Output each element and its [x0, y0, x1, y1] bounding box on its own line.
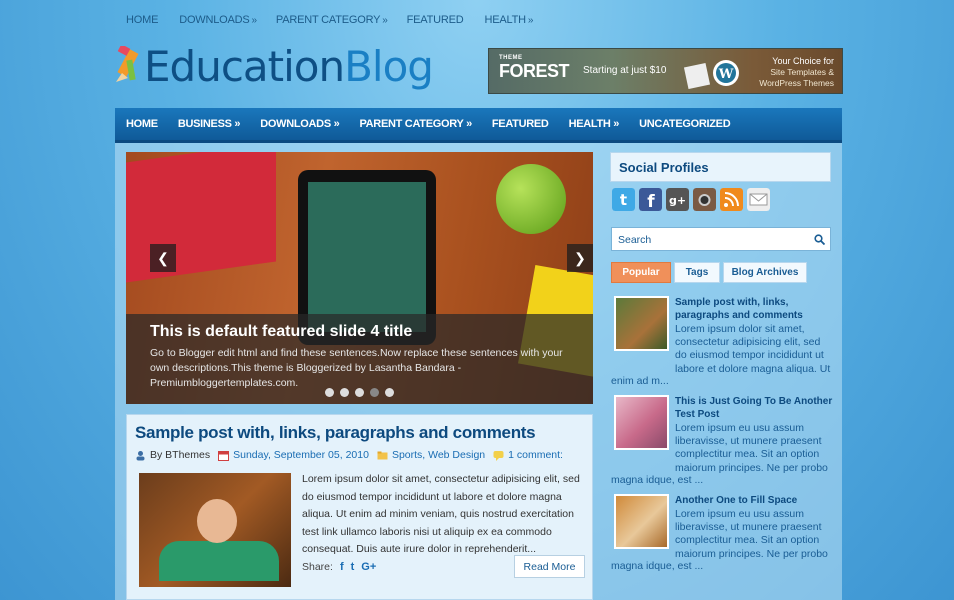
popular-post-excerpt-tail: magna idque, est ... [611, 474, 704, 486]
comment-icon [493, 450, 504, 461]
main-nav: HOME BUSINESS » DOWNLOADS » PARENT CATEG… [115, 108, 842, 143]
post-excerpt: Lorem ipsum dolor sit amet, consectetur … [302, 473, 580, 555]
popular-post-excerpt: Lorem ipsum eu usu assum liberavisse, ut… [675, 508, 828, 560]
pencil-icon [116, 45, 139, 82]
googleplus-share-icon[interactable]: G+ [361, 561, 376, 573]
main-nav-downloads[interactable]: DOWNLOADS » [260, 118, 340, 130]
tab-tags[interactable]: Tags [674, 262, 720, 283]
popular-post-thumbnail[interactable] [614, 395, 669, 450]
main-nav-uncategorized[interactable]: UNCATEGORIZED [639, 118, 731, 130]
share-label: Share: [302, 561, 333, 573]
popular-post-title[interactable]: This is Just Going To Be Another Test Po… [675, 395, 833, 421]
popular-post-excerpt: Lorem ipsum eu usu assum liberavisse, ut… [675, 422, 828, 474]
site-logo[interactable]: EducationBlog [114, 42, 434, 91]
post-comments[interactable]: 1 comment: [493, 449, 563, 461]
facebook-icon[interactable]: f [639, 188, 662, 211]
post-card: Sample post with, links, paragraphs and … [126, 414, 593, 600]
featured-slider[interactable]: This is default featured slide 4 title G… [126, 152, 593, 404]
read-more-button[interactable]: Read More [514, 555, 585, 578]
twitter-share-icon[interactable]: t [351, 561, 355, 573]
popular-post-title[interactable]: Another One to Fill Space [675, 494, 833, 507]
share-bar: Share: f t G+ [302, 561, 376, 573]
popular-post-excerpt-tail: magna idque, est ... [611, 560, 704, 572]
main-nav-health[interactable]: HEALTH » [569, 118, 620, 130]
main-nav-parent-category[interactable]: PARENT CATEGORY » [359, 118, 472, 130]
top-nav-featured[interactable]: FEATURED [407, 14, 466, 26]
top-nav: HOME DOWNLOADS» PARENT CATEGORY» FEATURE… [126, 14, 552, 26]
post-date: Sunday, September 05, 2010 [218, 449, 369, 461]
top-nav-downloads[interactable]: DOWNLOADS» [179, 14, 257, 26]
svg-text:g+: g+ [669, 194, 686, 207]
apple-image [496, 164, 566, 234]
post-thumbnail[interactable] [139, 473, 291, 587]
site-title: EducationBlog [144, 42, 434, 91]
slide-description: Go to Blogger edit html and find these s… [150, 347, 563, 389]
search-input[interactable]: Search [611, 227, 831, 251]
post-title[interactable]: Sample post with, links, paragraphs and … [135, 423, 536, 443]
main-nav-home[interactable]: HOME [126, 118, 158, 130]
popular-post-title[interactable]: Sample post with, links, paragraphs and … [675, 296, 833, 322]
slider-dot-active[interactable] [370, 388, 379, 397]
rss-icon[interactable] [720, 188, 743, 211]
slider-next-button[interactable]: ❯ [567, 244, 593, 272]
slider-dot[interactable] [355, 388, 364, 397]
tablet-screen [308, 182, 426, 332]
main-nav-featured[interactable]: FEATURED [492, 118, 549, 130]
folder-icon [377, 451, 388, 459]
slider-pagination [126, 388, 593, 397]
tab-blog-archives[interactable]: Blog Archives [723, 262, 807, 283]
slider-dot[interactable] [340, 388, 349, 397]
instagram-icon[interactable] [693, 188, 716, 211]
slider-dot[interactable] [385, 388, 394, 397]
post-meta: By BThemes Sunday, September 05, 2010 Sp… [135, 449, 571, 461]
post-author: By BThemes [135, 449, 210, 461]
main-nav-business[interactable]: BUSINESS » [178, 118, 241, 130]
wordpress-icon: W [684, 60, 739, 89]
calendar-icon [218, 450, 230, 461]
user-icon [136, 450, 145, 460]
email-icon[interactable] [747, 188, 770, 211]
thumbnail-detail [197, 499, 237, 543]
social-profiles-heading: Social Profiles [610, 152, 831, 182]
twitter-icon[interactable]: t [612, 188, 635, 211]
svg-text:W: W [718, 67, 734, 82]
themeforest-logo: THEME FOREST [499, 55, 570, 81]
sidebar-tabs: Popular Tags Blog Archives [611, 262, 807, 283]
tab-popular[interactable]: Popular [611, 262, 671, 283]
ad-banner[interactable]: THEME FOREST Starting at just $10 W Your… [488, 48, 843, 94]
svg-text:f: f [647, 192, 655, 211]
thumbnail-detail [159, 541, 279, 581]
googleplus-icon[interactable]: g+ [666, 188, 689, 211]
popular-post-thumbnail[interactable] [614, 494, 669, 549]
slide-title[interactable]: This is default featured slide 4 title [150, 323, 412, 341]
facebook-share-icon[interactable]: f [340, 561, 344, 573]
ad-tagline: Your Choice for Site Templates & WordPre… [759, 56, 834, 88]
popular-post-excerpt-tail: enim ad m... [611, 375, 669, 387]
post-categories[interactable]: Sports, Web Design [377, 449, 485, 461]
search-icon[interactable] [814, 234, 825, 245]
popular-post-excerpt: Lorem ipsum dolor sit amet, consectetur … [675, 323, 831, 375]
search-placeholder: Search [618, 234, 652, 246]
top-nav-health[interactable]: HEALTH» [485, 14, 534, 26]
slider-prev-button[interactable]: ❮ [150, 244, 176, 272]
ad-price: Starting at just $10 [583, 65, 667, 76]
popular-post-thumbnail[interactable] [614, 296, 669, 351]
slider-dot[interactable] [325, 388, 334, 397]
social-icons: t f g+ [612, 188, 770, 211]
top-nav-parent-category[interactable]: PARENT CATEGORY» [276, 14, 388, 26]
book-image [126, 152, 276, 283]
svg-text:t: t [620, 191, 627, 209]
top-nav-home[interactable]: HOME [126, 14, 160, 26]
